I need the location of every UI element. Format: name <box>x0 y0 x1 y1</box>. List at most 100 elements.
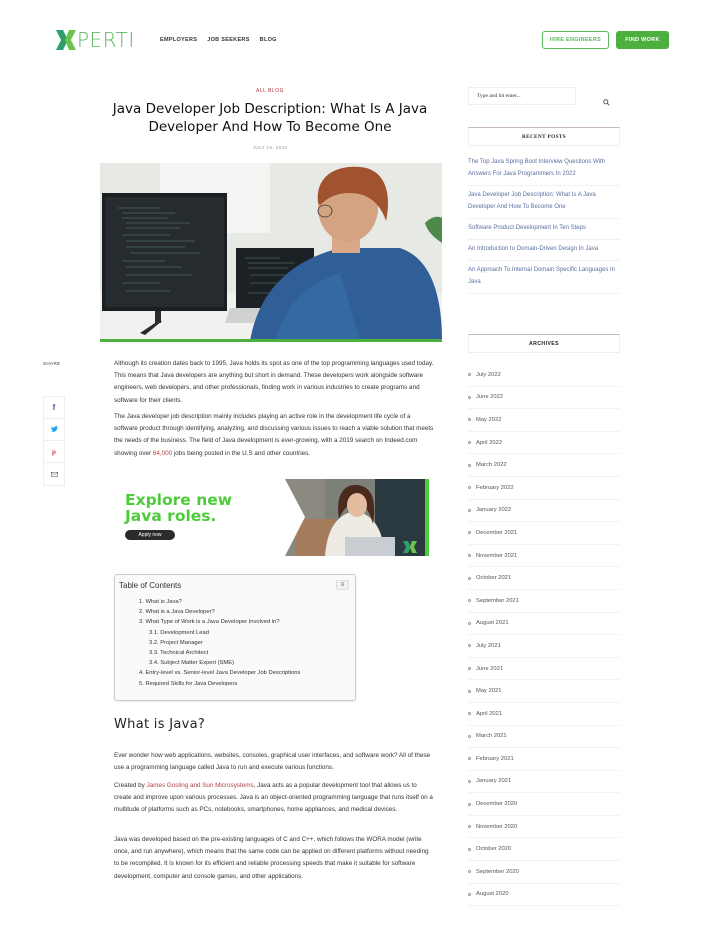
archive-label: October 2021 <box>476 575 512 582</box>
archive-link[interactable]: September 2020 <box>468 861 620 884</box>
archive-link[interactable]: April 2021 <box>468 703 620 726</box>
archive-label: December 2021 <box>476 529 518 536</box>
archive-label: May 2022 <box>476 416 502 423</box>
bullet-icon <box>468 508 471 512</box>
james-gosling-link[interactable]: James Gosling and Sun Microsystems <box>147 782 254 789</box>
bullet-icon <box>468 463 471 467</box>
nav-job-seekers[interactable]: JOB SEEKERS <box>207 37 249 43</box>
logo[interactable]: PERTI <box>56 30 135 50</box>
toc-toggle-button[interactable]: ≡ <box>336 580 349 590</box>
jobs-count-link[interactable]: 64,000 <box>153 450 172 457</box>
hire-engineers-button[interactable]: HIRE ENGINEERS <box>542 31 609 49</box>
java-paragraph-2: Created by James Gosling and Sun Microsy… <box>114 780 434 817</box>
archive-link[interactable]: March 2022 <box>468 454 620 477</box>
archives-list: July 2022 June 2022 May 2022 April 2022 … <box>468 364 620 907</box>
find-work-button[interactable]: FIND WORK <box>616 31 669 49</box>
share-twitter-button[interactable] <box>44 419 64 441</box>
archive-link[interactable]: December 2021 <box>468 522 620 545</box>
archive-link[interactable]: June 2021 <box>468 658 620 681</box>
bullet-icon <box>468 667 471 671</box>
archive-link[interactable]: May 2022 <box>468 409 620 432</box>
archive-label: April 2022 <box>476 439 503 446</box>
article-category[interactable]: ALL BLOG <box>100 88 440 94</box>
paragraph-text: Created by <box>114 782 147 789</box>
toc-item[interactable]: 2. What is a Java Developer? <box>139 607 300 617</box>
archive-link[interactable]: October 2020 <box>468 838 620 862</box>
bullet-icon <box>468 531 471 535</box>
bullet-icon <box>468 554 471 558</box>
nav-employers[interactable]: EMPLOYERS <box>160 37 197 43</box>
recent-post-link[interactable]: An Approach To Internal Domain Specific … <box>468 261 620 294</box>
archive-link[interactable]: January 2022 <box>468 500 620 523</box>
archive-link[interactable]: August 2021 <box>468 613 620 636</box>
archive-link[interactable]: March 2021 <box>468 726 620 749</box>
search-input[interactable]: Type and hit enter... <box>468 87 576 105</box>
share-pinterest-button[interactable]: p <box>44 441 64 463</box>
bullet-icon <box>468 599 471 603</box>
toc-subitem[interactable]: 3.2. Project Manager <box>139 638 300 648</box>
java-paragraph-1: Ever wonder how web applications, websit… <box>114 752 431 772</box>
bullet-icon <box>468 712 471 716</box>
archive-link[interactable]: August 2020 <box>468 884 620 907</box>
pinterest-icon: p <box>52 447 56 456</box>
archive-link[interactable]: June 2022 <box>468 387 620 410</box>
hero-accent-bar <box>100 339 442 342</box>
bullet-icon <box>468 847 471 851</box>
toc-subitem[interactable]: 3.4. Subject Matter Expert (SME) <box>139 658 300 668</box>
share-label: SHARE <box>43 361 61 366</box>
recent-post-link[interactable]: An Introduction to Domain-Driven Design … <box>468 240 620 261</box>
hero-image <box>100 163 442 341</box>
share-facebook-button[interactable]: f <box>44 397 64 419</box>
toc-subitem[interactable]: 3.1. Development Lead <box>139 628 300 638</box>
archive-label: February 2021 <box>476 755 514 762</box>
archive-link[interactable]: February 2021 <box>468 748 620 771</box>
ad-banner[interactable]: Explore new Java roles. Apply now <box>125 479 429 556</box>
archive-label: December 2020 <box>476 801 518 808</box>
archive-label: July 2022 <box>476 371 501 378</box>
archive-link[interactable]: July 2022 <box>468 364 620 387</box>
recent-post-link[interactable]: Software Product Development In Ten Step… <box>468 219 620 240</box>
archive-link[interactable]: April 2022 <box>468 432 620 455</box>
archive-label: June 2022 <box>476 394 504 401</box>
bullet-icon <box>468 576 471 580</box>
toc-item[interactable]: 5. Required Skills for Java Developers <box>139 679 300 689</box>
recent-post-link[interactable]: Java Developer Job Description: What Is … <box>468 186 620 219</box>
archive-label: January 2021 <box>476 778 512 785</box>
archive-link[interactable]: May 2021 <box>468 680 620 703</box>
archive-link[interactable]: October 2021 <box>468 567 620 590</box>
toc-item[interactable]: 4. Entry-level vs. Senior-level Java Dev… <box>139 668 300 678</box>
archive-link[interactable]: January 2021 <box>468 771 620 794</box>
archive-link[interactable]: July 2021 <box>468 635 620 658</box>
article-date: JULY 16, 2022 <box>252 145 288 150</box>
archive-label: March 2022 <box>476 462 507 469</box>
bullet-icon <box>468 734 471 738</box>
bullet-icon <box>468 486 471 490</box>
archive-link[interactable]: December 2020 <box>468 793 620 816</box>
main-nav: EMPLOYERS JOB SEEKERS BLOG <box>160 37 277 43</box>
nav-blog[interactable]: BLOG <box>260 37 277 43</box>
section-heading-what-is-java: What is Java? <box>114 717 206 732</box>
toc-item[interactable]: 1. What is Java? <box>139 597 300 607</box>
bullet-icon <box>468 644 471 648</box>
archive-link[interactable]: February 2022 <box>468 477 620 500</box>
ad-photo <box>265 479 429 556</box>
recent-post-link[interactable]: The Top Java Spring Boot Interview Quest… <box>468 153 620 186</box>
archive-label: March 2021 <box>476 733 507 740</box>
apply-now-button[interactable]: Apply now <box>125 530 175 540</box>
share-email-button[interactable] <box>44 463 64 485</box>
bullet-icon <box>468 418 471 422</box>
page-fold <box>0 905 720 931</box>
bullet-icon <box>468 870 471 874</box>
archive-label: October 2020 <box>476 846 512 853</box>
archive-label: April 2021 <box>476 710 503 717</box>
archive-link[interactable]: November 2020 <box>468 816 620 839</box>
archive-label: July 2021 <box>476 642 501 649</box>
archive-link[interactable]: November 2021 <box>468 545 620 568</box>
search-icon[interactable] <box>603 93 610 106</box>
archive-label: September 2021 <box>476 597 519 604</box>
article-title: Java Developer Job Description: What Is … <box>112 101 428 135</box>
bullet-icon <box>468 802 471 806</box>
toc-item[interactable]: 3. What Type of Work is a Java Developer… <box>139 617 300 627</box>
archive-link[interactable]: September 2021 <box>468 590 620 613</box>
toc-subitem[interactable]: 3.3. Technical Architect <box>139 648 300 658</box>
